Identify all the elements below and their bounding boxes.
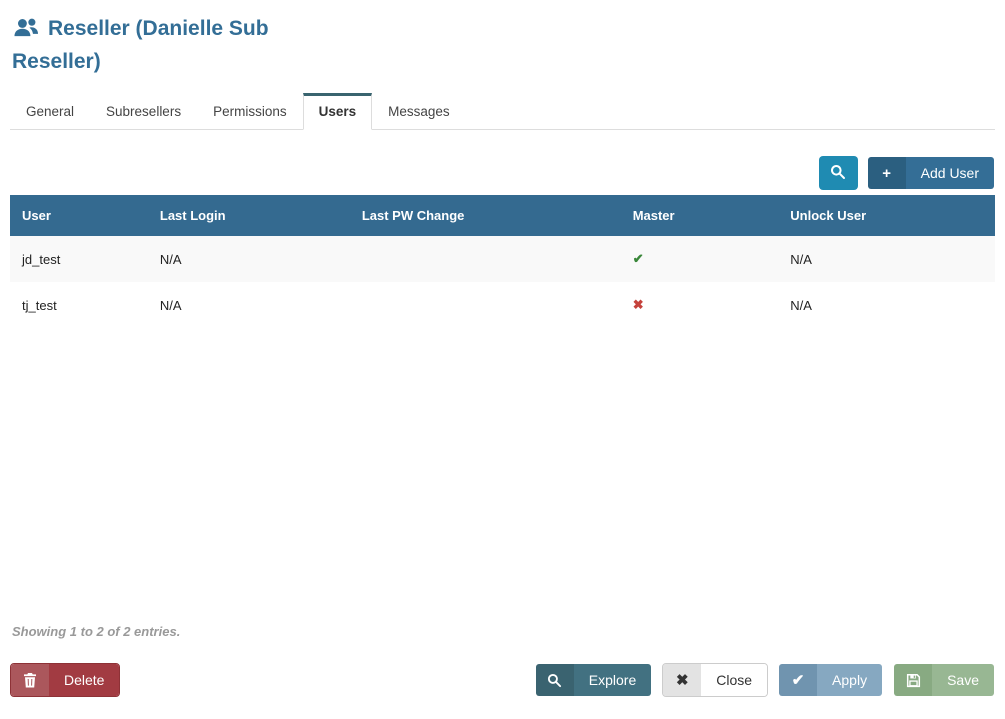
table-toolbar: + Add User <box>10 156 995 190</box>
save-button[interactable]: Save <box>893 663 995 697</box>
check-icon: ✔ <box>633 251 644 266</box>
tab-users[interactable]: Users <box>303 93 373 130</box>
footer-right-group: Explore ✖ Close ✔ Apply Save <box>535 663 995 697</box>
cell-user: tj_test <box>10 282 148 328</box>
close-label: Close <box>701 664 767 696</box>
table-row[interactable]: tj_test N/A ✖ N/A <box>10 282 995 328</box>
column-header-master[interactable]: Master <box>621 195 779 236</box>
footer-actions: Delete Explore ✖ Close ✔ Apply Save <box>10 663 995 697</box>
table-header-row: User Last Login Last PW Change Master Un… <box>10 195 995 236</box>
cell-last-pw-change <box>350 236 621 282</box>
column-header-last-login[interactable]: Last Login <box>148 195 350 236</box>
cross-icon: ✖ <box>633 297 644 312</box>
cell-last-login: N/A <box>148 282 350 328</box>
page-title: Reseller (Danielle Sub Reseller) <box>12 14 342 77</box>
explore-label: Explore <box>574 664 651 696</box>
column-header-unlock-user[interactable]: Unlock User <box>778 195 995 236</box>
apply-label: Apply <box>817 664 882 696</box>
tab-messages[interactable]: Messages <box>372 93 466 130</box>
tab-subresellers[interactable]: Subresellers <box>90 93 197 130</box>
search-button[interactable] <box>819 156 858 190</box>
close-icon: ✖ <box>663 664 701 696</box>
cell-unlock-user: N/A <box>778 282 995 328</box>
column-header-last-pw-change[interactable]: Last PW Change <box>350 195 621 236</box>
delete-label: Delete <box>49 664 119 696</box>
floppy-icon <box>894 664 932 696</box>
cell-unlock-user: N/A <box>778 236 995 282</box>
page-title-text: Reseller (Danielle Sub Reseller) <box>12 17 269 73</box>
entries-summary: Showing 1 to 2 of 2 entries. <box>12 624 995 639</box>
column-header-user[interactable]: User <box>10 195 148 236</box>
reseller-page: Reseller (Danielle Sub Reseller) General… <box>0 0 1005 697</box>
explore-button[interactable]: Explore <box>535 663 652 697</box>
cell-master: ✔ <box>621 236 779 282</box>
add-user-button[interactable]: + Add User <box>867 156 995 190</box>
cell-user: jd_test <box>10 236 148 282</box>
add-user-label: Add User <box>906 157 994 189</box>
users-table: User Last Login Last PW Change Master Un… <box>10 195 995 328</box>
plus-icon: + <box>868 157 906 189</box>
check-icon: ✔ <box>779 664 817 696</box>
delete-button[interactable]: Delete <box>10 663 120 697</box>
users-icon <box>12 17 39 47</box>
cell-last-pw-change <box>350 282 621 328</box>
magnifier-icon <box>536 664 574 696</box>
close-button[interactable]: ✖ Close <box>662 663 768 697</box>
tab-general[interactable]: General <box>10 93 90 130</box>
cell-master: ✖ <box>621 282 779 328</box>
apply-button[interactable]: ✔ Apply <box>778 663 883 697</box>
trash-icon <box>11 664 49 696</box>
tab-bar: General Subresellers Permissions Users M… <box>10 93 995 130</box>
cell-last-login: N/A <box>148 236 350 282</box>
tab-permissions[interactable]: Permissions <box>197 93 303 130</box>
search-icon <box>830 164 846 183</box>
table-row[interactable]: jd_test N/A ✔ N/A <box>10 236 995 282</box>
save-label: Save <box>932 664 994 696</box>
